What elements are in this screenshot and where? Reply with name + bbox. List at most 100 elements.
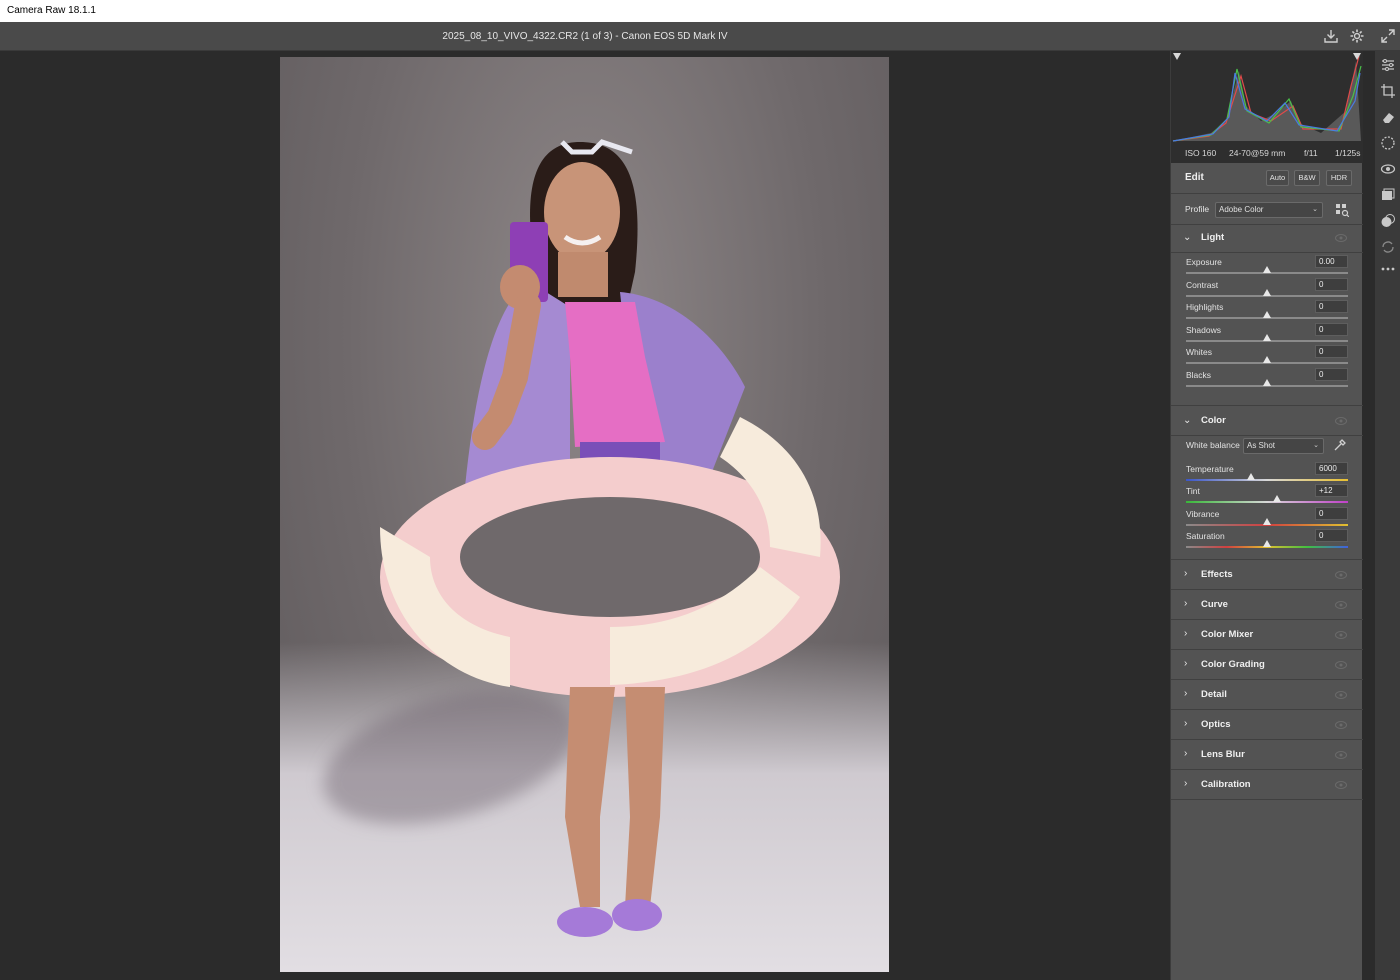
chevron-down-icon: ⌄ xyxy=(1183,232,1192,243)
chevron-right-icon: › xyxy=(1184,628,1188,639)
slider-thumb[interactable] xyxy=(1263,266,1271,273)
slider-value-input[interactable]: 0 xyxy=(1315,277,1348,291)
shutter-value: 1/125s xyxy=(1335,148,1361,158)
slider-thumb[interactable] xyxy=(1263,378,1271,386)
slider-label: Contrast xyxy=(1186,279,1219,290)
image-canvas[interactable] xyxy=(0,51,1170,980)
eraser-icon[interactable] xyxy=(1380,109,1396,125)
section-calibration[interactable]: › Calibration xyxy=(1171,770,1363,800)
slider-track[interactable] xyxy=(1186,479,1348,481)
auto-button[interactable]: Auto xyxy=(1266,170,1289,186)
slider-thumb[interactable] xyxy=(1263,356,1271,363)
eye-icon[interactable] xyxy=(1335,690,1347,700)
section-optics[interactable]: › Optics xyxy=(1171,710,1363,740)
chevron-right-icon: › xyxy=(1184,658,1188,669)
eye-icon[interactable] xyxy=(1335,720,1347,730)
chevron-right-icon: › xyxy=(1184,748,1188,759)
slider-thumb[interactable] xyxy=(1263,539,1271,547)
light-title: Light xyxy=(1201,232,1225,243)
preview-photo[interactable] xyxy=(280,57,889,972)
eye-icon[interactable] xyxy=(1335,416,1347,426)
chevron-down-icon: ⌄ xyxy=(1312,206,1318,213)
section-curve[interactable]: › Curve xyxy=(1171,590,1363,620)
eye-icon[interactable] xyxy=(1335,630,1347,640)
snapshots-icon[interactable] xyxy=(1380,187,1396,203)
masking-icon[interactable] xyxy=(1380,135,1396,151)
section-label: Detail xyxy=(1201,689,1227,700)
slider-contrast[interactable]: Contrast 0 xyxy=(1171,277,1363,300)
presets-icon[interactable] xyxy=(1380,213,1396,229)
section-effects[interactable]: › Effects xyxy=(1171,560,1363,590)
bw-button[interactable]: B&W xyxy=(1294,170,1320,186)
slider-thumb[interactable] xyxy=(1246,473,1255,480)
slider-thumb[interactable] xyxy=(1263,517,1271,525)
slider-value-input[interactable]: 0 xyxy=(1315,367,1348,381)
slider-value-input[interactable]: 6000 xyxy=(1315,462,1348,475)
slider-value-input[interactable]: 0 xyxy=(1315,345,1348,358)
chevron-right-icon: › xyxy=(1184,778,1188,789)
crop-icon[interactable] xyxy=(1380,83,1396,99)
section-detail[interactable]: › Detail xyxy=(1171,680,1363,710)
profile-browser-icon[interactable] xyxy=(1335,203,1349,217)
slider-label: Vibrance xyxy=(1186,508,1220,519)
slider-value-input[interactable]: 0.00 xyxy=(1315,255,1348,268)
more-icon[interactable] xyxy=(1380,261,1396,277)
slider-shadows[interactable]: Shadows 0 xyxy=(1171,322,1363,345)
gear-icon[interactable] xyxy=(1349,28,1365,44)
white-balance-select[interactable]: As Shot ⌄ xyxy=(1243,438,1324,454)
slider-label: Whites xyxy=(1186,347,1212,357)
eye-icon[interactable] xyxy=(1335,233,1347,243)
save-icon[interactable] xyxy=(1323,28,1339,44)
eye-icon[interactable] xyxy=(1335,600,1347,610)
light-section-header[interactable]: ⌄ Light xyxy=(1171,224,1363,253)
eye-icon[interactable] xyxy=(1335,750,1347,760)
edit-sliders-icon[interactable] xyxy=(1380,57,1396,73)
slider-thumb[interactable] xyxy=(1263,311,1271,318)
slider-whites[interactable]: Whites 0 xyxy=(1171,345,1363,367)
slider-thumb[interactable] xyxy=(1272,495,1281,503)
section-lens-blur[interactable]: › Lens Blur xyxy=(1171,740,1363,770)
edit-header: Edit Auto B&W HDR xyxy=(1171,164,1363,194)
fullscreen-icon[interactable] xyxy=(1380,28,1396,44)
sync-icon[interactable] xyxy=(1380,239,1396,255)
chevron-right-icon: › xyxy=(1184,688,1188,699)
slider-thumb[interactable] xyxy=(1263,288,1271,296)
histogram xyxy=(1171,51,1363,143)
chevron-down-icon: ⌄ xyxy=(1183,415,1192,426)
section-label: Color Grading xyxy=(1201,659,1265,670)
slider-thumb[interactable] xyxy=(1263,333,1271,341)
slider-value-input[interactable]: 0 xyxy=(1315,528,1348,542)
slider-exposure[interactable]: Exposure 0.00 xyxy=(1171,255,1363,277)
section-label: Effects xyxy=(1201,569,1233,580)
edit-title: Edit xyxy=(1185,172,1204,183)
slider-tint[interactable]: Tint +12 xyxy=(1171,484,1363,506)
slider-value-input[interactable]: +12 xyxy=(1315,484,1348,498)
edit-panel: ISO 160 24-70@59 mm f/11 1/125s Edit Aut… xyxy=(1170,51,1363,980)
slider-track[interactable] xyxy=(1186,501,1348,504)
section-label: Optics xyxy=(1201,719,1231,730)
slider-label: Blacks xyxy=(1186,369,1212,380)
profile-select[interactable]: Adobe Color ⌄ xyxy=(1215,202,1323,218)
slider-vibrance[interactable]: Vibrance 0 xyxy=(1171,506,1363,529)
slider-value-input[interactable]: 0 xyxy=(1315,300,1348,313)
hdr-button[interactable]: HDR xyxy=(1326,170,1352,186)
white-balance-label: White balance xyxy=(1186,440,1240,450)
slider-value-input[interactable]: 0 xyxy=(1315,322,1348,336)
section-label: Lens Blur xyxy=(1201,749,1245,760)
red-eye-icon[interactable] xyxy=(1380,161,1396,177)
white-balance-row: White balance As Shot ⌄ xyxy=(1171,432,1363,456)
section-color-grading[interactable]: › Color Grading xyxy=(1171,650,1363,680)
slider-highlights[interactable]: Highlights 0 xyxy=(1171,300,1363,322)
eye-icon[interactable] xyxy=(1335,660,1347,670)
lens-value: 24-70@59 mm xyxy=(1229,148,1286,158)
slider-saturation[interactable]: Saturation 0 xyxy=(1171,528,1363,551)
slider-blacks[interactable]: Blacks 0 xyxy=(1171,367,1363,390)
eyedropper-icon[interactable] xyxy=(1333,438,1347,452)
slider-temperature[interactable]: Temperature 6000 xyxy=(1171,462,1363,484)
slider-value-input[interactable]: 0 xyxy=(1315,506,1348,520)
top-toolbar: 2025_08_10_VIVO_4322.CR2 (1 of 3) - Cano… xyxy=(0,22,1400,51)
section-color-mixer[interactable]: › Color Mixer xyxy=(1171,620,1363,650)
eye-icon[interactable] xyxy=(1335,570,1347,580)
slider-label: Tint xyxy=(1186,486,1200,497)
eye-icon[interactable] xyxy=(1335,780,1347,790)
